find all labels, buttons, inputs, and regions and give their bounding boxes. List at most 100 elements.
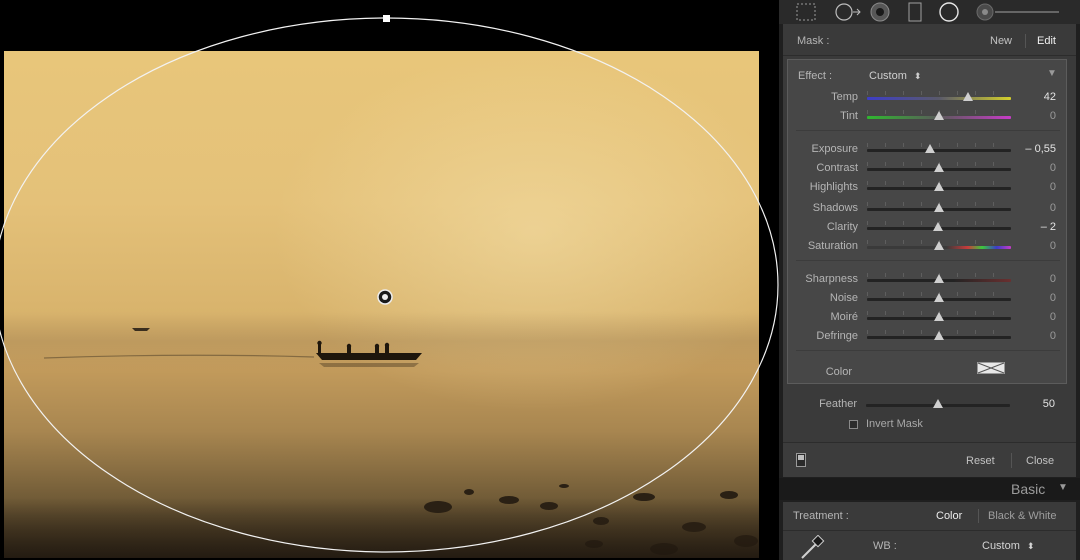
basic-divider bbox=[783, 530, 1076, 531]
basic-panel-title: Basic bbox=[1011, 481, 1046, 497]
slider-thumb-defringe[interactable] bbox=[934, 331, 944, 340]
feather-value: 50 bbox=[1042, 398, 1055, 410]
effect-group-divider bbox=[796, 350, 1060, 351]
invert-mask-checkbox[interactable] bbox=[849, 420, 858, 429]
slider-value-saturation[interactable]: 0 bbox=[1050, 240, 1056, 252]
effect-label: Effect : bbox=[798, 70, 833, 82]
slider-label-exposure: Exposure bbox=[811, 143, 858, 155]
slider-value-contrast[interactable]: 0 bbox=[1050, 162, 1056, 174]
photo-viewer[interactable] bbox=[0, 0, 779, 560]
effect-collapse-icon[interactable]: ▼ bbox=[1047, 68, 1057, 79]
basic-collapse-icon[interactable]: ▼ bbox=[1058, 482, 1068, 493]
slider-value-shadows[interactable]: 0 bbox=[1050, 202, 1056, 214]
slider-thumb-highlights[interactable] bbox=[934, 182, 944, 191]
slider-row-tint: Tint 0 bbox=[788, 107, 1068, 126]
slider-thumb-shadows[interactable] bbox=[934, 203, 944, 212]
basic-panel: Treatment : Color Black & White WB : Cus… bbox=[783, 502, 1076, 560]
slider-label-sharpness: Sharpness bbox=[805, 273, 858, 285]
close-button[interactable]: Close bbox=[1026, 455, 1054, 467]
slider-label-noise: Noise bbox=[829, 292, 858, 304]
radial-filter-icon[interactable] bbox=[937, 2, 961, 22]
radial-filter-overlay[interactable] bbox=[0, 0, 779, 560]
basic-panel-header[interactable]: Basic ▼ bbox=[779, 478, 1080, 500]
slider-track-temp[interactable] bbox=[867, 97, 1011, 100]
white-balance-eyedropper-icon[interactable] bbox=[797, 535, 831, 560]
spot-removal-icon[interactable] bbox=[831, 2, 863, 22]
slider-value-highlights[interactable]: 0 bbox=[1050, 181, 1056, 193]
slider-thumb-saturation[interactable] bbox=[934, 241, 944, 250]
slider-thumb-tint[interactable] bbox=[934, 111, 944, 120]
reset-button[interactable]: Reset bbox=[966, 455, 995, 467]
feather-label: Feather bbox=[819, 398, 857, 410]
mask-edit-button[interactable]: Edit bbox=[1037, 35, 1056, 47]
slider-row-defringe: Defringe 0 bbox=[788, 327, 1068, 346]
mask-new-button[interactable]: New bbox=[990, 35, 1012, 47]
slider-value-tint[interactable]: 0 bbox=[1050, 110, 1056, 122]
effect-group-divider bbox=[796, 130, 1060, 131]
slider-thumb-noise[interactable] bbox=[934, 293, 944, 302]
slider-label-saturation: Saturation bbox=[807, 240, 858, 252]
adjustment-brush-icon[interactable] bbox=[975, 2, 1075, 22]
effect-preset-dropdown[interactable]: Custom ⬍ bbox=[869, 70, 922, 82]
mask-divider bbox=[1025, 34, 1026, 48]
slider-value-exposure[interactable]: – 0,55 bbox=[1025, 143, 1056, 155]
slider-row-clarity: Clarity – 2 bbox=[788, 218, 1068, 237]
slider-ticks-temp bbox=[867, 91, 1011, 95]
slider-label-contrast: Contrast bbox=[816, 162, 858, 174]
red-eye-icon[interactable] bbox=[869, 2, 891, 22]
wb-preset-value: Custom bbox=[982, 540, 1020, 552]
slider-value-moire[interactable]: 0 bbox=[1050, 311, 1056, 323]
feather-thumb[interactable] bbox=[933, 399, 943, 408]
slider-track-exposure[interactable] bbox=[867, 149, 1011, 152]
radial-filter-pin[interactable] bbox=[377, 289, 393, 305]
slider-label-defringe: Defringe bbox=[816, 330, 858, 342]
treatment-color-option[interactable]: Color bbox=[936, 510, 962, 522]
feather-row: Feather 50 bbox=[787, 395, 1067, 414]
effect-preset-arrows-icon: ⬍ bbox=[913, 71, 922, 81]
slider-value-clarity[interactable]: – 2 bbox=[1041, 221, 1056, 233]
slider-value-noise[interactable]: 0 bbox=[1050, 292, 1056, 304]
slider-label-shadows: Shadows bbox=[812, 202, 858, 214]
slider-thumb-contrast[interactable] bbox=[934, 163, 944, 172]
wb-label: WB : bbox=[873, 540, 897, 552]
treatment-bw-option[interactable]: Black & White bbox=[988, 510, 1056, 522]
slider-value-temp[interactable]: 42 bbox=[1044, 91, 1056, 103]
slider-value-defringe[interactable]: 0 bbox=[1050, 330, 1056, 342]
radial-filter-handle-top[interactable] bbox=[383, 15, 390, 22]
slider-row-contrast: Contrast 0 bbox=[788, 159, 1068, 178]
slider-row-temp: Temp 42 bbox=[788, 88, 1068, 107]
slider-thumb-sharpness[interactable] bbox=[934, 274, 944, 283]
mask-section: Mask : New Edit Effect : Custom ⬍ ▼ Temp… bbox=[783, 24, 1076, 477]
panel-switch-icon[interactable] bbox=[796, 453, 806, 467]
radial-filter-ellipse[interactable] bbox=[0, 17, 779, 553]
effect-group-divider bbox=[796, 260, 1060, 261]
wb-preset-dropdown[interactable]: Custom ⬍ bbox=[982, 540, 1035, 552]
color-label: Color bbox=[825, 366, 852, 378]
slider-label-moire: Moiré bbox=[830, 311, 858, 323]
slider-thumb-temp[interactable] bbox=[962, 92, 973, 101]
slider-row-sharpness: Sharpness 0 bbox=[788, 270, 1068, 289]
mask-footer: Reset Close bbox=[783, 442, 1076, 477]
slider-label-highlights: Highlights bbox=[809, 181, 858, 193]
wb-preset-arrows-icon: ⬍ bbox=[1026, 541, 1035, 551]
graduated-filter-icon[interactable] bbox=[907, 2, 923, 22]
slider-value-sharpness[interactable]: 0 bbox=[1050, 273, 1056, 285]
effect-panel: Effect : Custom ⬍ ▼ Temp 42 Tint 0 Exposure –… bbox=[787, 59, 1067, 384]
treatment-divider bbox=[978, 509, 979, 523]
slider-row-exposure: Exposure – 0,55 bbox=[788, 140, 1068, 159]
slider-label-temp: Temp bbox=[831, 91, 858, 103]
slider-thumb-clarity[interactable] bbox=[932, 222, 943, 231]
slider-row-noise: Noise 0 bbox=[788, 289, 1068, 308]
color-swatch[interactable] bbox=[977, 362, 1005, 374]
slider-label-clarity: Clarity bbox=[826, 221, 858, 233]
develop-right-panel: Mask : New Edit Effect : Custom ⬍ ▼ Temp… bbox=[779, 0, 1080, 560]
slider-ticks-exposure bbox=[867, 143, 1011, 147]
mask-row: Mask : New Edit bbox=[783, 24, 1076, 56]
slider-thumb-exposure[interactable] bbox=[925, 144, 936, 153]
crop-overlay-icon[interactable] bbox=[793, 2, 819, 22]
slider-row-shadows: Shadows 0 bbox=[788, 199, 1068, 218]
slider-row-highlights: Highlights 0 bbox=[788, 178, 1068, 197]
footer-divider bbox=[1011, 453, 1012, 468]
slider-thumb-moire[interactable] bbox=[934, 312, 944, 321]
slider-row-saturation: Saturation 0 bbox=[788, 237, 1068, 256]
